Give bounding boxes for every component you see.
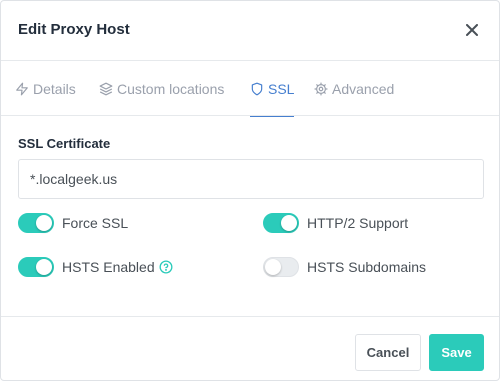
cancel-button[interactable]: Cancel <box>355 334 421 371</box>
toggle-switch[interactable] <box>18 257 54 277</box>
tab-advanced[interactable]: Advanced <box>314 61 394 116</box>
ssl-certificate-label: SSL Certificate <box>18 136 111 151</box>
lightning-icon <box>16 82 28 95</box>
tab-bar: Details Custom locations SSL Advanced <box>1 61 499 117</box>
help-icon[interactable] <box>159 260 173 274</box>
http2-support-label: HTTP/2 Support <box>307 215 409 231</box>
edit-proxy-host-dialog: Edit Proxy Host Details Custom locations <box>0 0 500 381</box>
hsts-subdomains-label: HSTS Subdomains <box>307 259 427 275</box>
layers-icon <box>99 82 113 95</box>
hsts-enabled-label: HSTS Enabled <box>62 259 155 275</box>
tab-details-label: Details <box>33 80 76 97</box>
toggle-knob <box>281 215 297 231</box>
dialog-title: Edit Proxy Host <box>18 21 130 38</box>
tab-ssl[interactable]: SSL <box>250 61 295 117</box>
tab-details[interactable]: Details <box>15 61 76 116</box>
toggle-knob <box>36 259 52 275</box>
shield-icon <box>251 82 263 95</box>
hsts-enabled-toggle[interactable]: HSTS Enabled <box>18 257 173 277</box>
close-button[interactable] <box>461 19 483 41</box>
toggle-knob <box>265 259 281 275</box>
gear-icon <box>314 82 328 95</box>
ssl-certificate-input[interactable] <box>18 159 484 199</box>
dialog-header: Edit Proxy Host <box>1 1 499 61</box>
toggle-switch[interactable] <box>263 213 299 233</box>
toggle-switch[interactable] <box>18 213 54 233</box>
close-icon <box>466 24 478 36</box>
http2-support-toggle[interactable]: HTTP/2 Support <box>263 213 408 233</box>
save-button[interactable]: Save <box>429 334 484 371</box>
tab-ssl-label: SSL <box>268 80 295 97</box>
dialog-footer: Cancel Save <box>1 316 499 380</box>
tab-custom-locations[interactable]: Custom locations <box>99 61 224 116</box>
toggle-switch[interactable] <box>263 257 299 277</box>
tab-advanced-label: Advanced <box>332 80 395 97</box>
force-ssl-toggle[interactable]: Force SSL <box>18 213 128 233</box>
toggle-knob <box>36 215 52 231</box>
force-ssl-label: Force SSL <box>62 215 129 231</box>
tab-custom-locations-label: Custom locations <box>117 80 225 97</box>
hsts-subdomains-toggle[interactable]: HSTS Subdomains <box>263 257 426 277</box>
